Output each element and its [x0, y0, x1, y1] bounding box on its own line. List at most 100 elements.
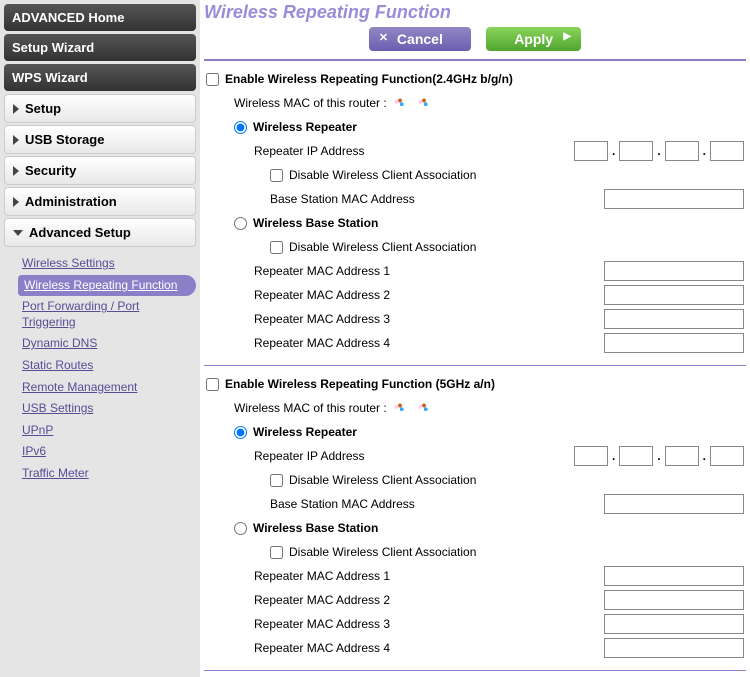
base-5-radio[interactable] [234, 522, 247, 535]
separator [204, 59, 746, 61]
enable-24ghz-checkbox[interactable] [206, 73, 219, 86]
mac-of-router-5-label: Wireless MAC of this router : [234, 401, 387, 415]
dot-separator: . [612, 144, 615, 158]
repeater-ip-5-label: Repeater IP Address [254, 449, 574, 463]
base-mac-24-label: Base Station MAC Address [270, 192, 604, 206]
sidebar: ADVANCED Home Setup Wizard WPS Wizard Se… [0, 0, 200, 677]
base-24-radio[interactable] [234, 217, 247, 230]
repeater-ip-5-oct1[interactable] [574, 446, 608, 466]
repeater-ip-5-oct2[interactable] [619, 446, 653, 466]
rmac4-5-label: Repeater MAC Address 4 [254, 641, 604, 655]
base-24-label: Wireless Base Station [253, 216, 378, 230]
rmac3-5-label: Repeater MAC Address 3 [254, 617, 604, 631]
mac-address-graphic [391, 97, 433, 109]
nav-upnp[interactable]: UPnP [18, 420, 196, 442]
dot-separator: . [657, 449, 660, 463]
repeater-24-label: Wireless Repeater [253, 120, 357, 134]
enable-5ghz-label: Enable Wireless Repeating Function (5GHz… [225, 377, 495, 391]
separator [204, 670, 746, 671]
caret-down-icon [13, 230, 23, 236]
repeater-ip-24-label: Repeater IP Address [254, 144, 574, 158]
dot-separator: . [657, 144, 660, 158]
nav-advanced-home[interactable]: ADVANCED Home [4, 4, 196, 31]
dot-separator: . [703, 449, 706, 463]
cancel-button[interactable]: Cancel [369, 27, 471, 51]
rmac2-5-input[interactable] [604, 590, 744, 610]
nav-cat-admin-label: Administration [25, 194, 117, 209]
main-content: Wireless Repeating Function Cancel Apply… [200, 0, 750, 677]
nav-cat-advanced-setup[interactable]: Advanced Setup [4, 218, 196, 247]
repeater-5-label: Wireless Repeater [253, 425, 357, 439]
repeater-ip-24-oct2[interactable] [619, 141, 653, 161]
section-24ghz: Enable Wireless Repeating Function(2.4GH… [204, 67, 746, 359]
enable-5ghz-checkbox[interactable] [206, 378, 219, 391]
rmac2-24-input[interactable] [604, 285, 744, 305]
nav-wps-wizard[interactable]: WPS Wizard [4, 64, 196, 91]
nav-cat-setup-label: Setup [25, 101, 61, 116]
separator [204, 365, 746, 366]
rmac2-5-label: Repeater MAC Address 2 [254, 593, 604, 607]
repeater-ip-5-oct4[interactable] [710, 446, 744, 466]
rmac3-24-input[interactable] [604, 309, 744, 329]
dot-separator: . [612, 449, 615, 463]
disable-assoc-5-base-checkbox[interactable] [270, 546, 283, 559]
rmac4-5-input[interactable] [604, 638, 744, 658]
nav-cat-security-label: Security [25, 163, 76, 178]
base-mac-5-label: Base Station MAC Address [270, 497, 604, 511]
dot-separator: . [703, 144, 706, 158]
rmac3-5-input[interactable] [604, 614, 744, 634]
repeater-ip-24-oct4[interactable] [710, 141, 744, 161]
repeater-24-radio[interactable] [234, 121, 247, 134]
nav-ipv6[interactable]: IPv6 [18, 441, 196, 463]
disable-assoc-5-base-label: Disable Wireless Client Association [289, 545, 476, 559]
disable-assoc-24-rep-checkbox[interactable] [270, 169, 283, 182]
enable-24ghz-label: Enable Wireless Repeating Function(2.4GH… [225, 72, 513, 86]
disable-assoc-24-rep-label: Disable Wireless Client Association [289, 168, 476, 182]
nav-cat-usb-label: USB Storage [25, 132, 104, 147]
rmac4-24-input[interactable] [604, 333, 744, 353]
advanced-setup-subitems: Wireless Settings Wireless Repeating Fun… [4, 249, 196, 489]
repeater-ip-5-oct3[interactable] [665, 446, 699, 466]
caret-right-icon [13, 197, 19, 207]
nav-wireless-settings[interactable]: Wireless Settings [18, 253, 196, 275]
caret-right-icon [13, 166, 19, 176]
repeater-ip-24-oct3[interactable] [665, 141, 699, 161]
nav-remote-mgmt[interactable]: Remote Management [18, 377, 196, 399]
nav-cat-usb[interactable]: USB Storage [4, 125, 196, 154]
rmac3-24-label: Repeater MAC Address 3 [254, 312, 604, 326]
caret-right-icon [13, 104, 19, 114]
disable-assoc-5-rep-label: Disable Wireless Client Association [289, 473, 476, 487]
button-bar: Cancel Apply [204, 25, 746, 57]
base-mac-24-input[interactable] [604, 189, 744, 209]
rmac1-5-input[interactable] [604, 566, 744, 586]
base-5-label: Wireless Base Station [253, 521, 378, 535]
nav-setup-wizard[interactable]: Setup Wizard [4, 34, 196, 61]
base-mac-5-input[interactable] [604, 494, 744, 514]
nav-static-routes[interactable]: Static Routes [18, 355, 196, 377]
rmac1-24-label: Repeater MAC Address 1 [254, 264, 604, 278]
nav-wireless-repeating[interactable]: Wireless Repeating Function [18, 275, 196, 297]
repeater-ip-24-oct1[interactable] [574, 141, 608, 161]
nav-usb-settings[interactable]: USB Settings [18, 398, 196, 420]
repeater-5-radio[interactable] [234, 426, 247, 439]
page-title: Wireless Repeating Function [204, 0, 746, 25]
disable-assoc-24-base-label: Disable Wireless Client Association [289, 240, 476, 254]
mac-address-graphic [391, 402, 433, 414]
rmac2-24-label: Repeater MAC Address 2 [254, 288, 604, 302]
nav-cat-security[interactable]: Security [4, 156, 196, 185]
rmac4-24-label: Repeater MAC Address 4 [254, 336, 604, 350]
section-5ghz: Enable Wireless Repeating Function (5GHz… [204, 372, 746, 664]
nav-port-forwarding[interactable]: Port Forwarding / Port Triggering [18, 296, 196, 333]
nav-dynamic-dns[interactable]: Dynamic DNS [18, 333, 196, 355]
disable-assoc-5-rep-checkbox[interactable] [270, 474, 283, 487]
nav-cat-admin[interactable]: Administration [4, 187, 196, 216]
disable-assoc-24-base-checkbox[interactable] [270, 241, 283, 254]
nav-cat-setup[interactable]: Setup [4, 94, 196, 123]
rmac1-24-input[interactable] [604, 261, 744, 281]
nav-traffic-meter[interactable]: Traffic Meter [18, 463, 196, 485]
apply-button[interactable]: Apply [486, 27, 581, 51]
mac-of-router-24-label: Wireless MAC of this router : [234, 96, 387, 110]
rmac1-5-label: Repeater MAC Address 1 [254, 569, 604, 583]
caret-right-icon [13, 135, 19, 145]
nav-cat-adv-label: Advanced Setup [29, 225, 131, 240]
